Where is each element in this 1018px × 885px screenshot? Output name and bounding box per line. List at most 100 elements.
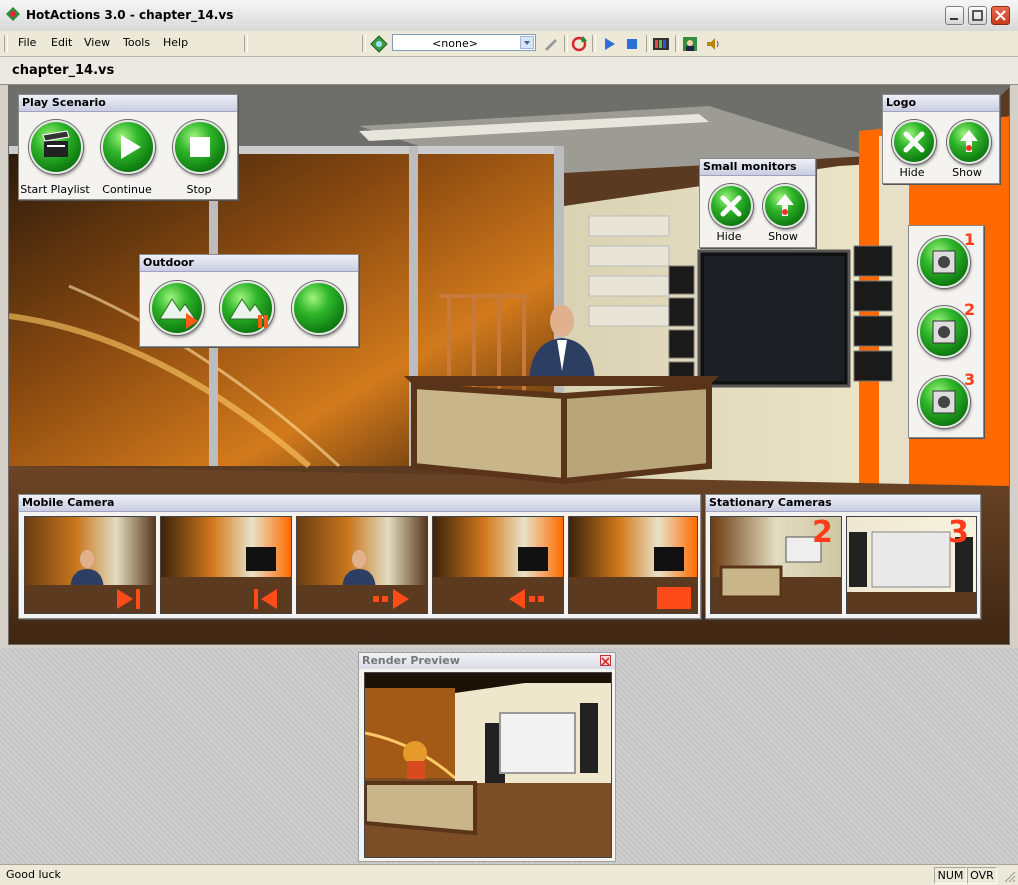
app-icon [6,7,20,21]
stationary-cameras-panel: Stationary Cameras 2 3 [705,494,981,619]
maximize-button[interactable] [968,6,987,25]
render-preview-window: Render Preview [358,652,616,862]
document-title: chapter_14.vs [12,63,115,78]
maximize-icon [972,10,983,21]
side-cameras-panel: 1 2 3 [908,225,984,438]
backward-icon [433,547,563,613]
monitors-hide-label: Hide [716,230,742,243]
outdoor-title: Outdoor [140,255,358,272]
clapperboard-icon [42,130,70,157]
stationary-camera-2-number: 2 [812,515,833,550]
menu-edit[interactable]: Edit [51,36,72,49]
mobile-camera-thumb-3[interactable] [296,516,428,614]
monitors-show-label: Show [768,230,798,243]
edit-icon[interactable] [542,35,560,53]
stop-button[interactable] [173,120,227,174]
monitors-show-button[interactable] [763,184,807,228]
close-icon [995,10,1006,21]
mountain-play-icon [159,298,198,329]
scenario-icon[interactable] [370,35,388,53]
render-preview-canvas [364,672,612,858]
side-camera-1-button[interactable] [918,236,970,288]
refresh-icon[interactable] [570,35,588,53]
scenario-select-value: <none> [432,37,478,50]
mobile-camera-thumb-4[interactable] [432,516,564,614]
menu-tools[interactable]: Tools [123,36,150,49]
outdoor-play-button[interactable] [150,281,204,335]
logo-show-button[interactable] [947,120,991,164]
menu-separator [244,35,248,52]
speaker-icon[interactable] [704,35,722,53]
camera-icon [932,320,956,344]
play-icon[interactable] [600,35,618,53]
continue-button[interactable] [101,120,155,174]
render-preview-titlebar: Render Preview [359,653,615,669]
status-bar: Good luck NUM OVR [0,864,1018,885]
overwrite-indicator: OVR [967,867,997,884]
stationary-camera-3-number: 3 [948,515,969,550]
play-scenario-title: Play Scenario [19,95,237,112]
status-message: Good luck [6,868,61,881]
grip [4,35,8,52]
title-bar: HotActions 3.0 - chapter_14.vs [0,0,1018,32]
arrow-up-icon [960,130,978,152]
toolbar-grip [362,35,366,52]
toolbar-separator [675,35,679,52]
resize-grip-icon[interactable] [1002,869,1016,883]
toolbar-separator [592,35,596,52]
outdoor-panel: Outdoor [139,254,359,347]
stop-icon[interactable] [623,35,641,53]
outdoor-off-button[interactable] [292,281,346,335]
forward-icon [297,550,427,613]
small-monitors-panel: Small monitors Hide Show [699,158,816,248]
mountain-pause-icon [229,298,268,328]
window-title: HotActions 3.0 - chapter_14.vs [26,8,234,22]
mobile-camera-thumb-2[interactable] [160,516,292,614]
side-camera-3-button[interactable] [918,376,970,428]
side-camera-3-number: 3 [964,370,976,389]
monitors-hide-button[interactable] [709,184,753,228]
stop-icon [190,137,210,157]
menu-file[interactable]: File [18,36,36,49]
outdoor-pause-button[interactable] [220,281,274,335]
menu-help[interactable]: Help [163,36,188,49]
mobile-camera-panel: Mobile Camera [18,494,701,619]
mobile-camera-thumb-1[interactable] [24,516,156,614]
stop-icon [569,547,697,613]
start-playlist-button[interactable] [29,120,83,174]
play-to-end-icon [25,550,155,613]
mobile-camera-thumb-5[interactable] [568,516,698,614]
camera-icon[interactable] [681,35,699,53]
side-camera-2-number: 2 [964,300,976,319]
camera-icon [932,390,956,414]
camera-icon [932,250,956,274]
side-camera-2-button[interactable] [918,306,970,358]
x-icon [720,195,742,217]
render-preview-image [365,673,611,857]
stationary-cameras-title: Stationary Cameras [706,495,980,512]
logo-show-label: Show [952,166,982,179]
x-icon [903,131,925,153]
play-scenario-panel: Play Scenario Start Playlist Continue St… [18,94,238,200]
continue-label: Continue [102,183,152,196]
logo-title: Logo [883,95,999,112]
close-button[interactable] [991,6,1010,25]
logo-panel: Logo Hide Show [882,94,1000,184]
logo-hide-button[interactable] [892,120,936,164]
scenario-select[interactable]: <none> [392,34,536,51]
monitor-icon[interactable] [652,35,670,53]
logo-hide-label: Hide [899,166,925,179]
play-icon [121,135,141,159]
menu-view[interactable]: View [84,36,110,49]
toolbar-separator [564,35,568,52]
render-preview-close-button[interactable] [600,655,611,666]
minimize-button[interactable] [945,6,964,25]
toolbar-separator [646,35,650,52]
arrow-up-icon [776,194,794,216]
close-icon [601,657,610,666]
chevron-down-icon[interactable] [520,36,534,49]
num-lock-indicator: NUM [934,867,967,884]
render-preview-title: Render Preview [362,654,460,667]
mobile-camera-title: Mobile Camera [19,495,700,512]
small-monitors-title: Small monitors [700,159,815,176]
